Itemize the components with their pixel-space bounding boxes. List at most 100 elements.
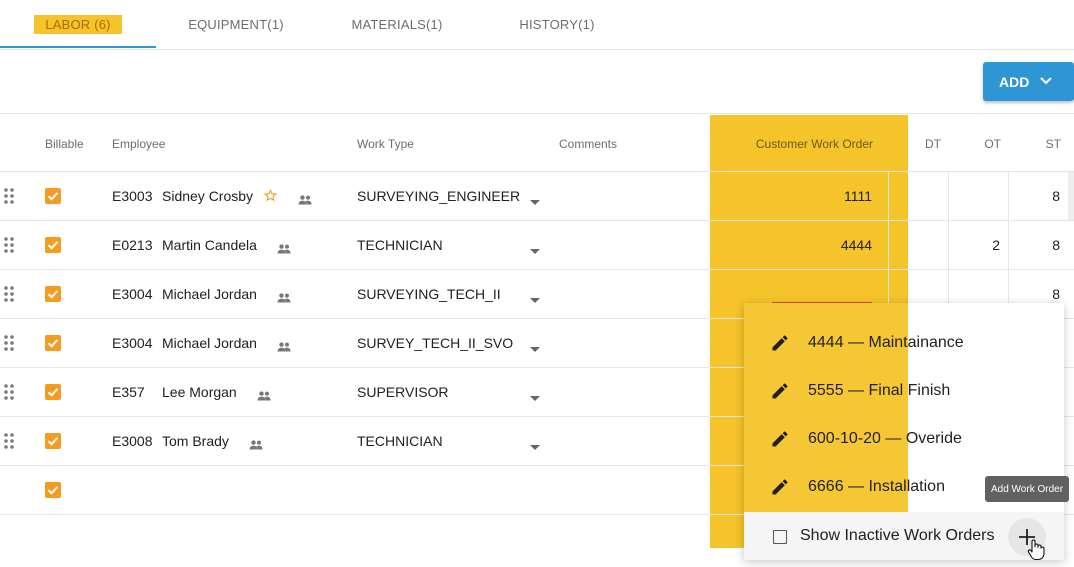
work-order-option-label: 600-10-20 — Overide [808,430,962,447]
check-icon [47,192,59,201]
star-outline-icon[interactable] [263,189,278,207]
tab-equipment[interactable]: EQUIPMENT(1) [156,0,316,49]
billable-checkbox[interactable] [45,286,61,302]
st-cell[interactable]: 8 [1009,172,1060,220]
header-employee[interactable]: Employee [112,115,165,172]
check-icon [47,486,59,495]
drag-handle-icon[interactable] [4,237,14,258]
show-inactive-checkbox[interactable] [773,530,787,544]
check-icon [47,437,59,446]
comments-cell[interactable] [559,221,709,269]
dropdown-caret-icon[interactable] [530,242,540,260]
header-customer-work-order[interactable]: Customer Work Order [710,115,873,172]
table-row[interactable]: E3003 Sidney Crosby SURVEYING_ENGINEER 1111… [0,172,1074,221]
work-type-value[interactable]: SURVEY_TECH_II_SVO [357,319,513,367]
customer-work-order-cell[interactable]: 4444 [710,221,872,269]
work-order-option-600-10-20[interactable]: 600-10-20 — Overide [744,415,1064,463]
employee-name[interactable]: Lee Morgan [162,368,237,416]
ot-cell[interactable]: 2 [949,221,1000,269]
customer-work-order-cell[interactable]: 1111 [710,172,872,220]
people-icon [277,290,291,308]
header-dt[interactable]: DT [908,115,941,172]
employee-name[interactable]: Michael Jordan [162,319,257,367]
comments-cell[interactable] [559,368,709,416]
comments-cell[interactable] [559,270,709,318]
chevron-down-icon [1040,77,1052,85]
work-type-value[interactable]: SURVEYING_ENGINEER [357,172,520,220]
billable-checkbox[interactable] [45,188,61,204]
show-inactive-label: Show Inactive Work Orders [800,527,995,544]
header-st[interactable]: ST [1009,115,1061,172]
work-type-value[interactable]: TECHNICIAN [357,221,443,269]
people-icon [298,192,312,210]
dt-cell[interactable] [908,221,941,269]
employee-id: E3003 [112,188,153,204]
column-divider [888,221,889,269]
check-icon [47,388,59,397]
tab-history[interactable]: HISTORY(1) [478,0,636,49]
people-icon [277,241,291,259]
check-icon [47,290,59,299]
tab-labor[interactable]: LABOR (6) [0,0,156,49]
work-order-option-4444[interactable]: 4444 — Maintainance [744,319,1064,367]
work-type-value[interactable]: TECHNICIAN [357,417,443,465]
grid-header: Billable Employee Work Type Comments Cus… [0,115,1074,172]
employee-name[interactable]: Tom Brady [162,417,229,465]
comments-cell[interactable] [559,172,709,220]
ot-cell[interactable] [949,172,1000,220]
tab-bar: LABOR (6) EQUIPMENT(1) MATERIALS(1) HIST… [0,0,1074,50]
add-button[interactable]: ADD [983,62,1074,101]
drag-handle-icon[interactable] [4,286,14,307]
employee-id: E3004 [112,335,153,351]
work-type-value[interactable]: SURVEYING_TECH_II [357,270,501,318]
header-comments[interactable]: Comments [559,115,617,172]
employee-id: E3004 [112,286,153,302]
work-order-dropdown: 4444 — Maintainance 5555 — Final Finish … [744,303,1064,561]
billable-checkbox[interactable] [45,482,61,498]
dropdown-caret-icon[interactable] [530,193,540,211]
pencil-icon[interactable] [770,477,790,497]
tab-materials[interactable]: MATERIALS(1) [316,0,478,49]
column-divider [888,172,889,220]
drag-handle-icon[interactable] [4,188,14,209]
comments-cell[interactable] [559,417,709,465]
people-icon [277,339,291,357]
check-icon [47,241,59,250]
table-row[interactable]: E0213 Martin Candela TECHNICIAN 4444 2 8 [0,221,1074,270]
work-order-option-5555[interactable]: 5555 — Final Finish [744,367,1064,415]
header-billable[interactable]: Billable [45,115,84,172]
billable-checkbox[interactable] [45,237,61,253]
billable-checkbox[interactable] [45,335,61,351]
pencil-icon[interactable] [770,333,790,353]
dropdown-caret-icon[interactable] [530,438,540,456]
people-icon [249,437,263,455]
employee-name[interactable]: Michael Jordan [162,270,257,318]
hand-pointer-icon [1027,539,1045,561]
drag-handle-icon[interactable] [4,384,14,405]
drag-handle-icon[interactable] [4,433,14,454]
dropdown-caret-icon[interactable] [530,291,540,309]
st-cell[interactable]: 8 [1009,221,1060,269]
comments-cell[interactable] [559,319,709,367]
dropdown-caret-icon[interactable] [530,340,540,358]
header-work-type[interactable]: Work Type [357,115,414,172]
header-ot[interactable]: OT [949,115,1001,172]
work-type-value[interactable]: SUPERVISOR [357,368,449,416]
employee-id: E3008 [112,433,153,449]
pencil-icon[interactable] [770,429,790,449]
check-icon [47,339,59,348]
employee-id: E0213 [112,237,153,253]
work-order-option-label: 4444 — Maintainance [808,334,964,351]
employee-name[interactable]: Sidney Crosby [162,172,253,220]
tab-labor-label: LABOR (6) [34,15,122,34]
horizontal-scroll-indicator[interactable] [1068,172,1074,220]
add-button-label: ADD [999,73,1030,90]
billable-checkbox[interactable] [45,384,61,400]
dropdown-caret-icon[interactable] [530,389,540,407]
pencil-icon[interactable] [770,381,790,401]
dt-cell[interactable] [908,172,941,220]
billable-checkbox[interactable] [45,433,61,449]
drag-handle-icon[interactable] [4,335,14,356]
employee-name[interactable]: Martin Candela [162,221,257,269]
work-order-option-label: 6666 — Installation [808,478,945,495]
